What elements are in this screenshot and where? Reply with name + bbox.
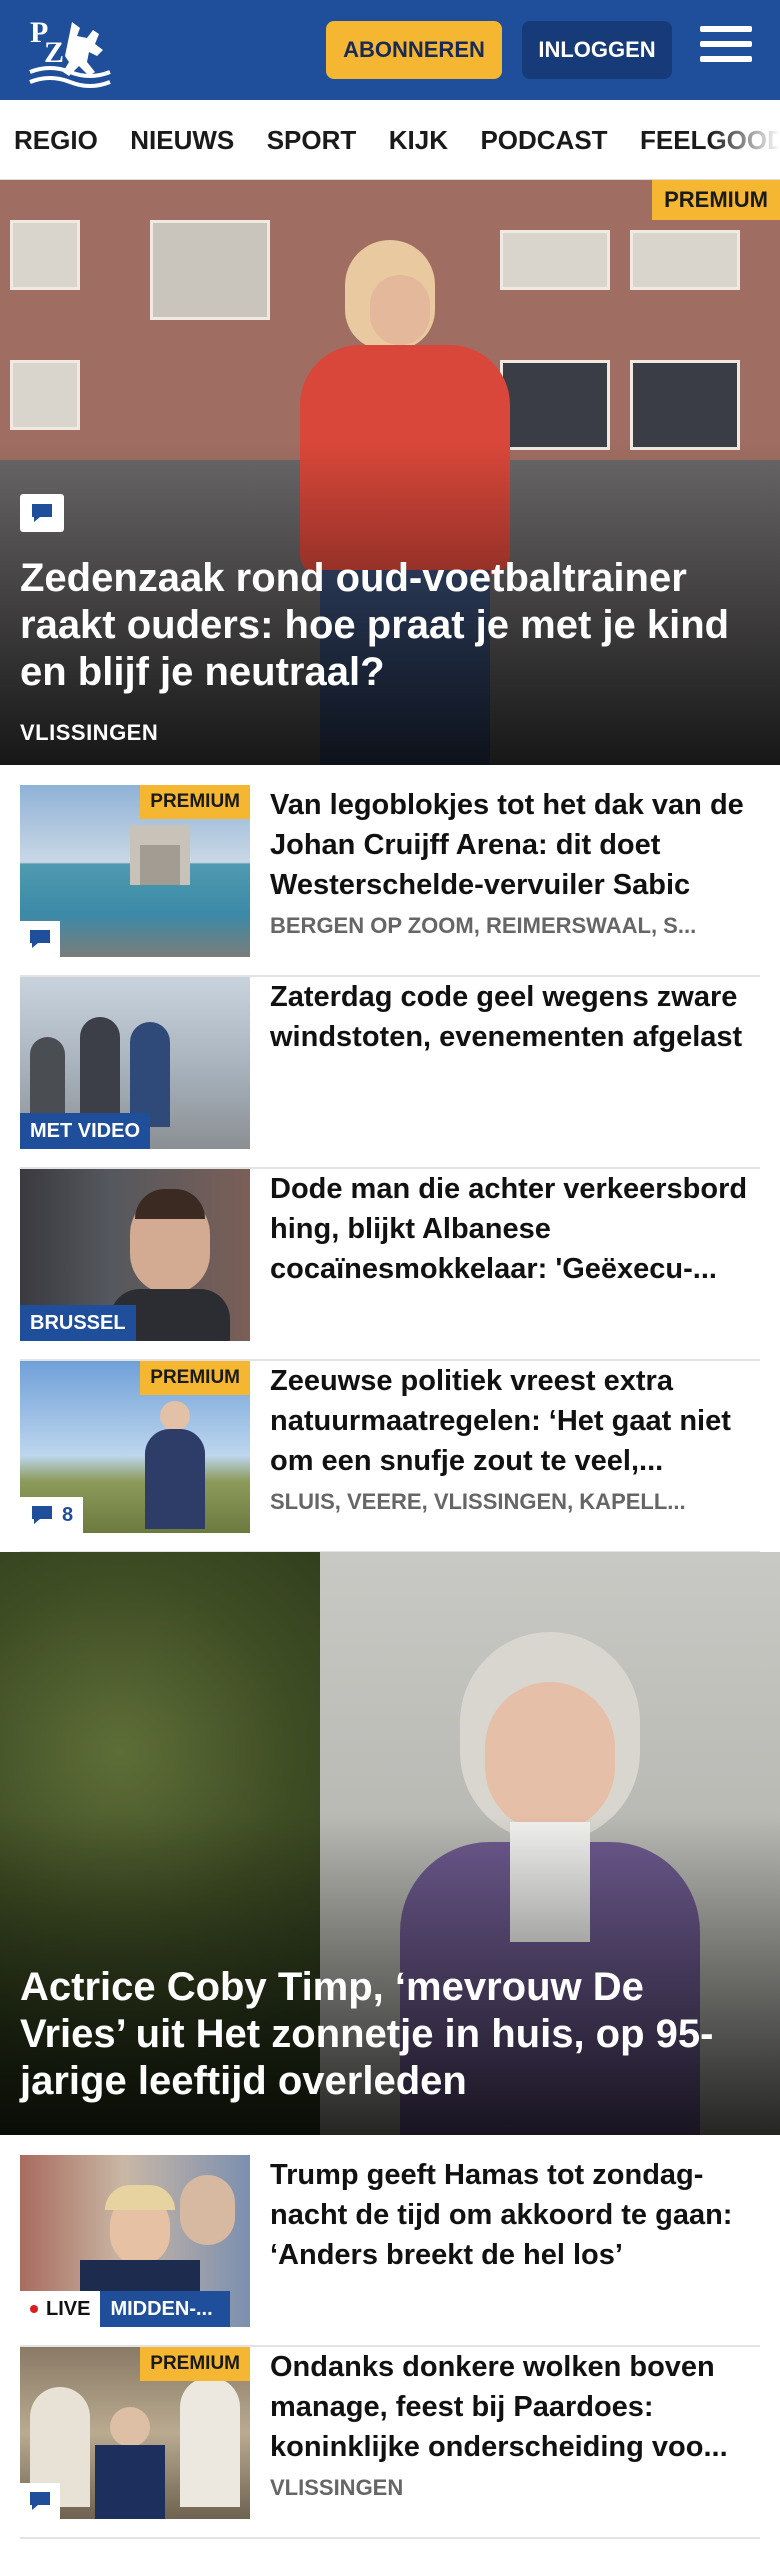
category-label: MIDDEN-... bbox=[100, 2291, 231, 2327]
article-title[interactable]: Zeeuwse politiek vreest extra natuurmaat… bbox=[270, 1361, 750, 1481]
comment-icon bbox=[20, 494, 64, 532]
hero-title[interactable]: Zedenzaak rond oud-voetbaltrainer raakt … bbox=[20, 555, 750, 696]
logo-letters: P Z bbox=[30, 16, 67, 69]
premium-badge: PREMIUM bbox=[652, 180, 780, 220]
comment-count-value: 8 bbox=[62, 1503, 74, 1526]
premium-badge: PREMIUM bbox=[140, 785, 250, 819]
article-meta: VLISSINGEN bbox=[270, 2475, 404, 2500]
article-title[interactable]: Trump geeft Hamas tot zondag­nacht de ti… bbox=[270, 2155, 750, 2275]
pzc-logo[interactable]: P Z bbox=[22, 12, 118, 88]
article-thumbnail: BRUSSEL bbox=[20, 1169, 250, 1341]
section-nav: REGIO NIEUWS SPORT KIJK PODCAST FEELGOOD… bbox=[0, 100, 780, 180]
hero-title[interactable]: Actrice Coby Timp, ‘mevrouw De Vries’ ui… bbox=[20, 1964, 750, 2105]
hero-article[interactable]: PREMIUM Zedenzaak rond oud-voetbaltraine… bbox=[0, 180, 780, 765]
comment-icon bbox=[20, 921, 60, 957]
article-item[interactable]: BRUSSEL Dode man die achter verkeers­bor… bbox=[20, 1169, 760, 1361]
live-text: LIVE bbox=[46, 2298, 91, 2320]
hero-location: VLISSINGEN bbox=[20, 720, 159, 745]
article-item[interactable]: MET VIDEO Zaterdag code geel wegens zwar… bbox=[20, 977, 760, 1169]
nav-item-sport[interactable]: SPORT bbox=[267, 100, 357, 179]
comment-icon bbox=[20, 2483, 60, 2519]
article-thumbnail: PREMIUM bbox=[20, 785, 250, 957]
article-thumbnail: MET VIDEO bbox=[20, 977, 250, 1149]
comment-icon bbox=[32, 1506, 52, 1524]
site-header: P Z ABONNEREN INLOGGEN bbox=[0, 0, 780, 100]
login-button[interactable]: INLOGGEN bbox=[522, 21, 672, 79]
article-item[interactable]: PREMIUM Van legoblokjes tot het dak van … bbox=[20, 785, 760, 977]
live-label: LIVE MIDDEN-... bbox=[20, 2291, 231, 2327]
article-item[interactable]: LIVE MIDDEN-... Trump geeft Hamas tot zo… bbox=[20, 2155, 760, 2347]
article-meta: BERGEN OP ZOOM, REIMERSWAAL, S... bbox=[270, 913, 697, 938]
article-thumbnail: LIVE MIDDEN-... bbox=[20, 2155, 250, 2327]
menu-icon[interactable] bbox=[700, 26, 752, 72]
article-title[interactable]: Van legoblokjes tot het dak van de Johan… bbox=[270, 785, 750, 905]
location-label: BRUSSEL bbox=[20, 1305, 136, 1341]
article-thumbnail: PREMIUM bbox=[20, 2347, 250, 2519]
article-item[interactable]: PREMIUM 8 Zeeuwse politiek vreest extra … bbox=[20, 1361, 760, 1553]
video-label: MET VIDEO bbox=[20, 1113, 151, 1149]
nav-item-nieuws[interactable]: NIEUWS bbox=[130, 100, 234, 179]
nav-item-podcast[interactable]: PODCAST bbox=[480, 100, 607, 179]
article-title[interactable]: Zaterdag code geel wegens zware windstot… bbox=[270, 977, 750, 1057]
hero-article[interactable]: Actrice Coby Timp, ‘mevrouw De Vries’ ui… bbox=[0, 1552, 780, 2135]
nav-item-regio[interactable]: REGIO bbox=[14, 100, 98, 179]
article-item[interactable]: PREMIUM Ondanks donkere wolken boven man… bbox=[20, 2347, 760, 2539]
article-meta: SLUIS, VEERE, VLISSINGEN, KAPELL... bbox=[270, 1489, 686, 1514]
live-dot-icon bbox=[30, 2305, 38, 2313]
article-thumbnail: PREMIUM 8 bbox=[20, 1361, 250, 1533]
article-title[interactable]: Ondanks donkere wolken boven manage, fee… bbox=[270, 2347, 750, 2467]
nav-fade bbox=[710, 100, 780, 179]
subscribe-button[interactable]: ABONNEREN bbox=[326, 21, 502, 79]
comment-count: 8 bbox=[20, 1497, 84, 1533]
article-title[interactable]: Dode man die achter verkeers­bord hing, … bbox=[270, 1169, 750, 1289]
nav-item-kijk[interactable]: KIJK bbox=[389, 100, 448, 179]
premium-badge: PREMIUM bbox=[140, 2347, 250, 2381]
premium-badge: PREMIUM bbox=[140, 1361, 250, 1395]
